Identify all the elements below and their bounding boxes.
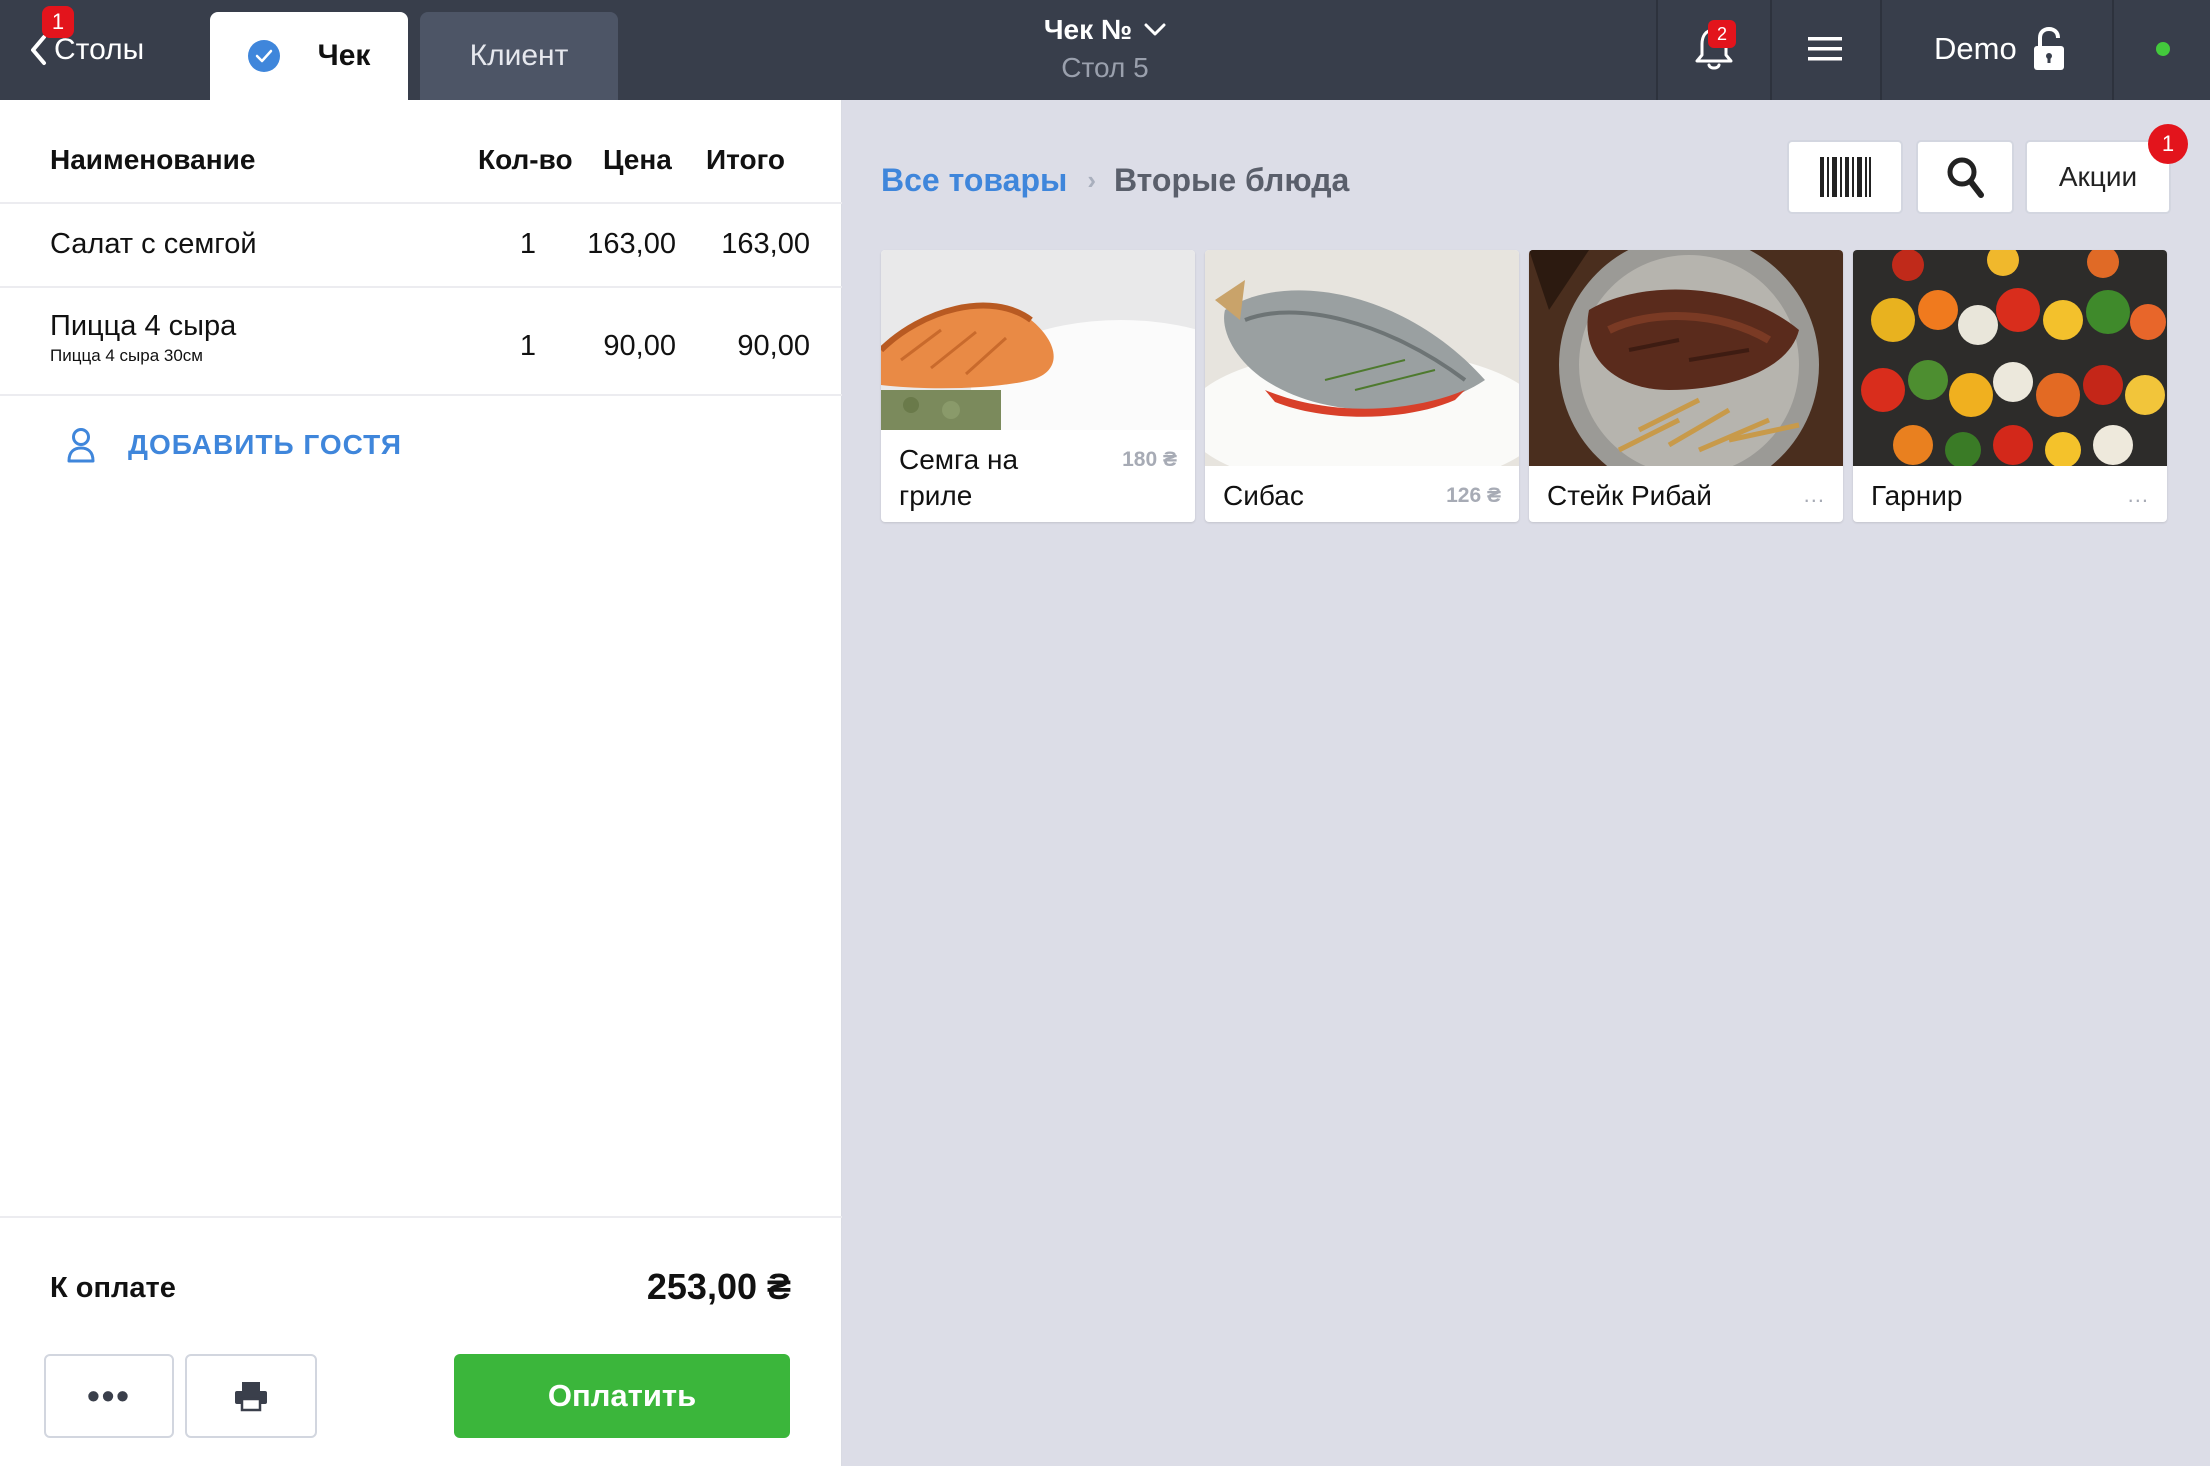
more-dots-icon: ••• [87, 1375, 131, 1416]
pay-label: Оплатить [547, 1378, 697, 1413]
tab-client-label: Клиент [469, 39, 569, 72]
promotions-badge: 1 [2148, 124, 2188, 164]
item-price: 90,00 [603, 330, 676, 362]
table-row[interactable]: Пицца 4 сыра Пицца 4 сыра 30см 1 90,00 9… [0, 288, 842, 396]
item-qty: 1 [519, 330, 536, 362]
top-bar: Столы 1 Чек Клиент Чек № Стол 5 2 Demo [0, 0, 2210, 100]
promotions-label: Акции [2058, 161, 2138, 192]
user-name: Demo [1934, 31, 2017, 66]
product-name: Сибас [1223, 480, 1304, 511]
menu-button[interactable] [1808, 34, 1842, 64]
tables-badge: 1 [42, 6, 74, 38]
order-panel: Наименование Кол-во Цена Итого Салат с с… [0, 100, 842, 1466]
divider [0, 1216, 842, 1218]
product-card[interactable]: Стейк Рибай ... [1529, 250, 1843, 522]
back-label: Столы [54, 33, 145, 66]
breadcrumb: Все товары › Вторые блюда [881, 158, 1349, 202]
item-name: Пицца 4 сыра [50, 310, 237, 342]
item-total: 163,00 [721, 228, 810, 260]
item-total: 90,00 [737, 330, 810, 362]
col-name-header: Наименование [50, 144, 256, 175]
salmon-dish-image [881, 250, 1195, 430]
hamburger-icon [1808, 37, 1842, 61]
printer-icon [235, 1382, 267, 1412]
print-button[interactable] [185, 1354, 317, 1438]
product-price: ... [2127, 482, 2149, 507]
search-icon [1947, 157, 1984, 198]
checkmark-icon [247, 40, 280, 72]
divider [2112, 0, 2114, 100]
tab-check-label: Чек [317, 39, 371, 72]
product-price: 126 ₴ [1446, 484, 1501, 507]
product-name-line2: гриле [899, 480, 973, 511]
col-total-header: Итого [706, 144, 785, 175]
breadcrumb-separator: › [1087, 164, 1096, 195]
user-lock-button[interactable]: Demo [1934, 22, 2067, 76]
item-price: 163,00 [587, 228, 676, 260]
product-card[interactable]: Семга на гриле 180 ₴ [881, 250, 1195, 522]
barcode-scan-button[interactable] [1787, 140, 1903, 214]
barcode-icon [1820, 157, 1871, 197]
table-label: Стол 5 [1061, 52, 1149, 83]
order-table-header: Наименование Кол-во Цена Итого [0, 100, 842, 204]
col-price-header: Цена [603, 144, 672, 175]
breadcrumb-current: Вторые блюда [1113, 161, 1350, 198]
chevron-left-icon [31, 35, 46, 65]
breadcrumb-all-products[interactable]: Все товары [881, 162, 1067, 199]
product-card[interactable]: Гарнир ... [1853, 250, 2167, 522]
tab-client[interactable]: Клиент [420, 12, 618, 100]
product-price: ... [1803, 482, 1825, 507]
tab-check[interactable]: Чек [210, 12, 408, 100]
sea-bass-dish-image [1205, 250, 1519, 466]
table-row[interactable]: Салат с семгой 1 163,00 163,00 [0, 204, 842, 288]
garnish-skewers-image [1853, 250, 2167, 466]
product-card[interactable]: Сибас 126 ₴ [1205, 250, 1519, 522]
user-icon [67, 428, 95, 463]
divider [1770, 0, 1772, 100]
item-qty: 1 [519, 228, 536, 260]
divider [1656, 0, 1658, 100]
product-name: Стейк Рибай [1547, 480, 1712, 511]
pay-button[interactable]: Оплатить [454, 1354, 790, 1438]
product-price: 180 ₴ [1122, 448, 1177, 471]
search-button[interactable] [1916, 140, 2014, 214]
notifications-badge: 2 [1708, 20, 1736, 48]
add-guest-button[interactable]: ДОБАВИТЬ ГОСТЯ [66, 422, 402, 468]
more-options-button[interactable]: ••• [44, 1354, 174, 1438]
item-name: Салат с семгой [50, 228, 257, 260]
unlock-icon [2033, 26, 2064, 70]
col-qty-header: Кол-во [478, 144, 573, 175]
order-selector[interactable]: Чек № Стол 5 [1000, 12, 1210, 84]
order-title: Чек № [1043, 14, 1133, 45]
item-modifier: Пицца 4 сыра 30см [50, 346, 203, 365]
ribeye-steak-image [1529, 250, 1843, 466]
add-guest-label: ДОБАВИТЬ ГОСТЯ [128, 429, 403, 460]
divider [1880, 0, 1882, 100]
chevron-down-icon [1144, 23, 1166, 36]
product-name: Гарнир [1871, 480, 1963, 511]
to-pay-total: 253,00 ₴ [646, 1266, 791, 1307]
to-pay-label: К оплате [50, 1272, 176, 1304]
online-status-indicator [2156, 42, 2170, 56]
product-name: Семга на [899, 444, 1019, 475]
